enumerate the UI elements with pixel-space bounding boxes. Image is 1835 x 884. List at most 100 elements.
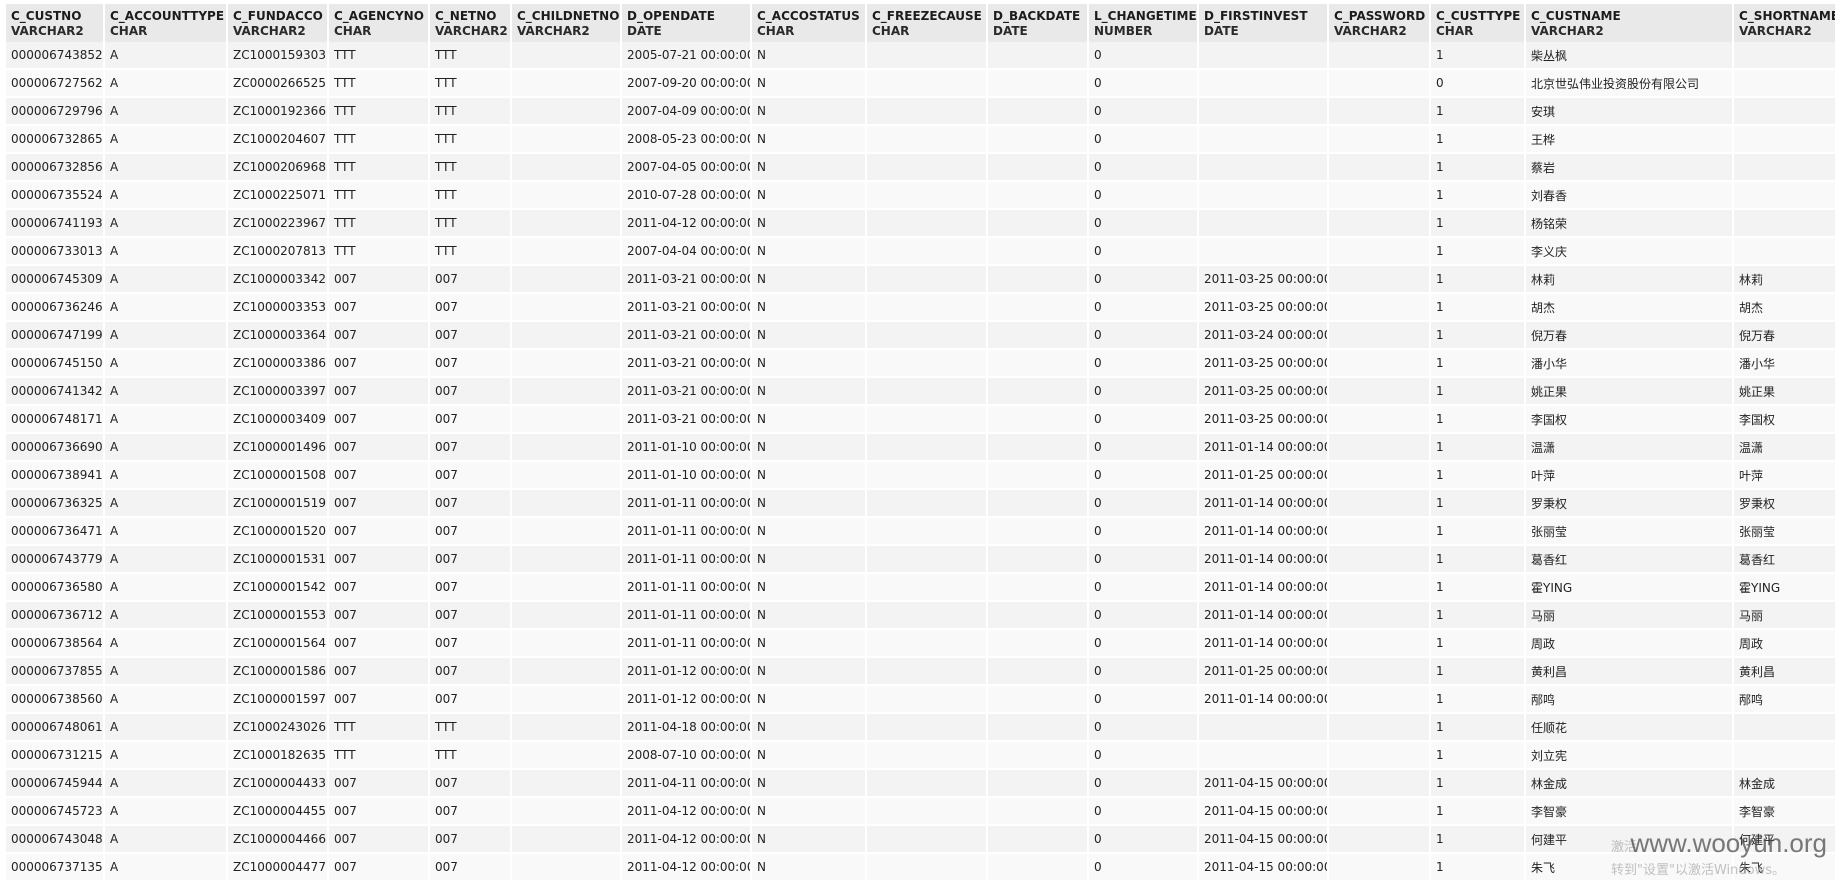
- table-cell[interactable]: [867, 798, 988, 826]
- table-cell[interactable]: 2011-03-21 00:00:00: [622, 406, 752, 434]
- table-cell[interactable]: TTT: [430, 42, 512, 70]
- table-row[interactable]: 000006731215 A ZC1000182635 TTT TTT 2008-07-1…: [6, 742, 1835, 770]
- table-cell[interactable]: [1329, 462, 1431, 490]
- table-cell[interactable]: 北京世弘伟业投资股份有限公司: [1526, 70, 1734, 98]
- table-cell[interactable]: [867, 126, 988, 154]
- table-cell[interactable]: TTT: [430, 238, 512, 266]
- table-cell[interactable]: 马丽: [1734, 602, 1835, 630]
- table-cell[interactable]: ZC1000182635: [228, 742, 329, 770]
- table-cell[interactable]: 胡杰: [1526, 294, 1734, 322]
- table-cell[interactable]: [1329, 658, 1431, 686]
- table-cell[interactable]: 007: [430, 658, 512, 686]
- table-cell[interactable]: 2011-01-10 00:00:00: [622, 434, 752, 462]
- table-cell[interactable]: [512, 854, 622, 882]
- table-cell[interactable]: ZC1000223967: [228, 210, 329, 238]
- table-cell[interactable]: 000006727562: [6, 70, 105, 98]
- table-cell[interactable]: [512, 406, 622, 434]
- table-row[interactable]: 000006747199 A ZC1000003364 007 007 2011-03-2…: [6, 322, 1835, 350]
- table-cell[interactable]: 000006736246: [6, 294, 105, 322]
- table-cell[interactable]: [988, 826, 1089, 854]
- table-cell[interactable]: 007: [329, 266, 430, 294]
- table-cell[interactable]: ZC1000206968: [228, 154, 329, 182]
- table-cell[interactable]: 1: [1431, 154, 1526, 182]
- table-cell[interactable]: 0: [1089, 70, 1199, 98]
- table-cell[interactable]: 2011-03-25 00:00:00: [1199, 350, 1329, 378]
- table-cell[interactable]: 1: [1431, 854, 1526, 882]
- table-cell[interactable]: [988, 574, 1089, 602]
- table-cell[interactable]: 1: [1431, 462, 1526, 490]
- table-cell[interactable]: [512, 294, 622, 322]
- table-row[interactable]: 000006745944 A ZC1000004433 007 007 2011-04-1…: [6, 770, 1835, 798]
- table-cell[interactable]: 000006745150: [6, 350, 105, 378]
- table-cell[interactable]: 0: [1089, 210, 1199, 238]
- table-cell[interactable]: A: [105, 714, 228, 742]
- table-cell[interactable]: 000006736580: [6, 574, 105, 602]
- table-cell[interactable]: [1199, 714, 1329, 742]
- table-cell[interactable]: [1329, 686, 1431, 714]
- table-cell[interactable]: 林莉: [1526, 266, 1734, 294]
- table-cell[interactable]: N: [752, 602, 867, 630]
- table-cell[interactable]: [512, 210, 622, 238]
- table-cell[interactable]: A: [105, 602, 228, 630]
- table-cell[interactable]: [867, 294, 988, 322]
- table-cell[interactable]: [512, 490, 622, 518]
- table-cell[interactable]: TTT: [430, 70, 512, 98]
- table-cell[interactable]: 霍YING: [1734, 574, 1835, 602]
- table-cell[interactable]: [1329, 630, 1431, 658]
- table-cell[interactable]: ZC1000003353: [228, 294, 329, 322]
- table-cell[interactable]: 0: [1089, 154, 1199, 182]
- table-cell[interactable]: 0: [1089, 686, 1199, 714]
- table-cell[interactable]: 李义庆: [1526, 238, 1734, 266]
- table-cell[interactable]: 0: [1089, 266, 1199, 294]
- table-cell[interactable]: N: [752, 854, 867, 882]
- table-cell[interactable]: 李国权: [1526, 406, 1734, 434]
- table-cell[interactable]: [512, 798, 622, 826]
- table-cell[interactable]: 2007-04-05 00:00:00: [622, 154, 752, 182]
- table-cell[interactable]: [512, 462, 622, 490]
- table-cell[interactable]: 1: [1431, 210, 1526, 238]
- table-cell[interactable]: [1329, 826, 1431, 854]
- table-row[interactable]: 000006732865 A ZC1000204607 TTT TTT 2008-05-2…: [6, 126, 1835, 154]
- table-cell[interactable]: A: [105, 378, 228, 406]
- table-cell[interactable]: 张丽莹: [1734, 518, 1835, 546]
- table-cell[interactable]: N: [752, 266, 867, 294]
- table-row[interactable]: 000006738564 A ZC1000001564 007 007 2011-01-1…: [6, 630, 1835, 658]
- table-cell[interactable]: 007: [329, 770, 430, 798]
- table-row[interactable]: 000006736471 A ZC1000001520 007 007 2011-01-1…: [6, 518, 1835, 546]
- table-cell[interactable]: [867, 434, 988, 462]
- table-cell[interactable]: 1: [1431, 266, 1526, 294]
- table-cell[interactable]: [512, 630, 622, 658]
- table-cell[interactable]: N: [752, 742, 867, 770]
- table-cell[interactable]: 2011-03-25 00:00:00: [1199, 266, 1329, 294]
- table-cell[interactable]: ZC1000001519: [228, 490, 329, 518]
- table-cell[interactable]: ZC1000207813: [228, 238, 329, 266]
- table-cell[interactable]: 0: [1089, 518, 1199, 546]
- table-cell[interactable]: [1329, 798, 1431, 826]
- table-cell[interactable]: [988, 42, 1089, 70]
- table-cell[interactable]: ZC1000001520: [228, 518, 329, 546]
- table-cell[interactable]: N: [752, 686, 867, 714]
- table-cell[interactable]: 邴鸣: [1734, 686, 1835, 714]
- table-cell[interactable]: [1329, 770, 1431, 798]
- table-cell[interactable]: ZC1000004433: [228, 770, 329, 798]
- table-cell[interactable]: 1: [1431, 126, 1526, 154]
- table-cell[interactable]: [1199, 238, 1329, 266]
- table-cell[interactable]: [1329, 294, 1431, 322]
- table-cell[interactable]: N: [752, 826, 867, 854]
- table-cell[interactable]: 0: [1089, 658, 1199, 686]
- table-cell[interactable]: 李智豪: [1734, 798, 1835, 826]
- table-cell[interactable]: ZC1000001542: [228, 574, 329, 602]
- table-cell[interactable]: [867, 546, 988, 574]
- table-cell[interactable]: 007: [329, 518, 430, 546]
- table-row[interactable]: 000006741342 A ZC1000003397 007 007 2011-03-2…: [6, 378, 1835, 406]
- table-cell[interactable]: 0: [1089, 574, 1199, 602]
- table-cell[interactable]: [512, 602, 622, 630]
- table-cell[interactable]: [867, 854, 988, 882]
- table-cell[interactable]: TTT: [329, 98, 430, 126]
- table-cell[interactable]: A: [105, 770, 228, 798]
- table-cell[interactable]: 1: [1431, 378, 1526, 406]
- table-cell[interactable]: 蔡岩: [1526, 154, 1734, 182]
- table-cell[interactable]: 1: [1431, 658, 1526, 686]
- table-cell[interactable]: 0: [1089, 490, 1199, 518]
- table-cell[interactable]: 0: [1089, 42, 1199, 70]
